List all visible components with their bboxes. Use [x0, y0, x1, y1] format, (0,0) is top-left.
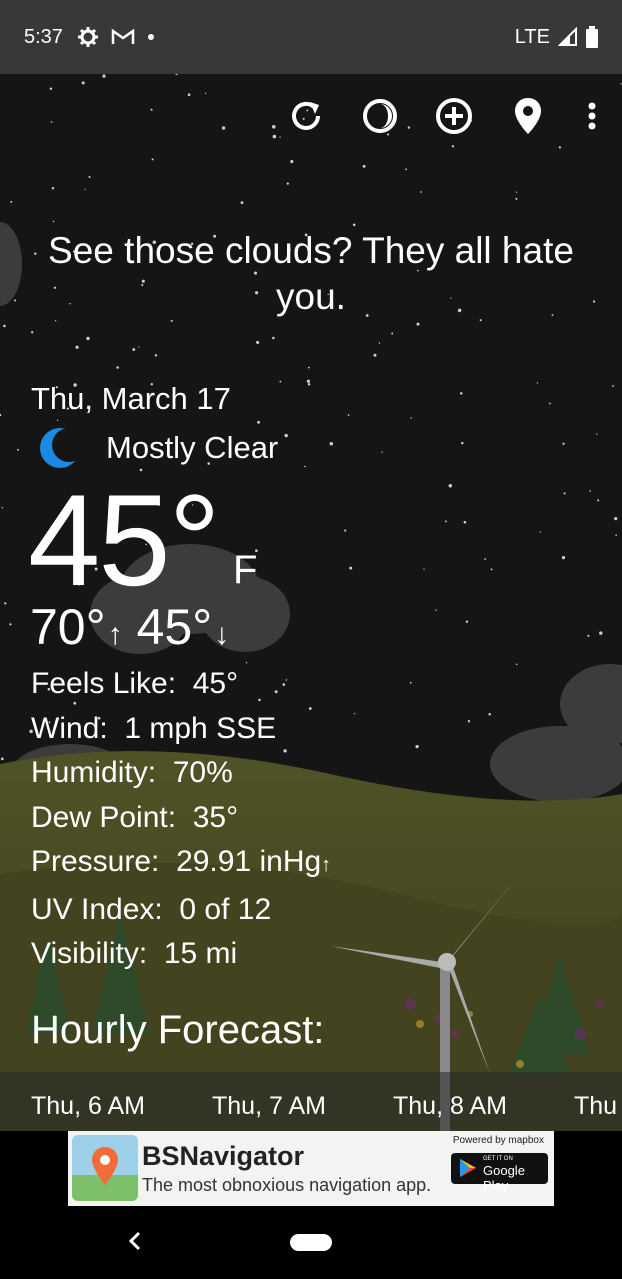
- battery-icon: [586, 26, 598, 48]
- current-date: Thu, March 17: [31, 381, 231, 416]
- moon-icon: [40, 428, 82, 468]
- high-temp: 70°: [30, 599, 106, 655]
- app-map-icon: [72, 1135, 138, 1201]
- hourly-item[interactable]: Thu, 8 AM: [393, 1092, 507, 1121]
- store-small-text: GET IT ON: [483, 1156, 513, 1162]
- theme-icon: [363, 99, 397, 133]
- gmail-icon: [111, 28, 135, 44]
- more-options-button[interactable]: [582, 96, 602, 136]
- hourly-forecast-title: Hourly Forecast:: [31, 1008, 325, 1052]
- pressure-rising-icon: ↑: [321, 854, 332, 876]
- network-type: LTE: [514, 25, 550, 48]
- location-button[interactable]: [508, 96, 548, 136]
- ad-banner[interactable]: BSNavigator The most obnoxious navigatio…: [68, 1131, 554, 1206]
- google-play-icon: [460, 1159, 476, 1177]
- condition-text: Mostly Clear: [106, 430, 279, 465]
- refresh-button[interactable]: [286, 96, 326, 136]
- high-low: 70° ↑ 45° ↓: [30, 598, 243, 656]
- location-pin-icon: [515, 98, 541, 134]
- store-big-text: Google Play: [483, 1163, 525, 1193]
- detail-uv-index: UV Index: 0 of 12: [31, 892, 272, 926]
- home-pill[interactable]: [290, 1234, 332, 1251]
- temperature-unit: F: [233, 548, 258, 592]
- back-icon[interactable]: [122, 1228, 148, 1254]
- more-vert-icon: [588, 102, 596, 130]
- ad-powered-by: Powered by mapbox: [452, 1135, 544, 1146]
- refresh-icon: [292, 101, 320, 130]
- google-play-badge[interactable]: GET IT ON Google Play: [451, 1153, 548, 1193]
- details-list: Feels Like: 45° Wind: 1 mph SSE Humidity…: [31, 662, 331, 977]
- hourly-item[interactable]: Thu: [574, 1092, 622, 1121]
- ad-title: BSNavigator: [142, 1141, 305, 1171]
- detail-visibility: Visibility: 15 mi: [31, 937, 238, 970]
- toolbar: [286, 96, 602, 136]
- theme-button[interactable]: [360, 96, 400, 136]
- detail-feels-like: Feels Like: 45°: [31, 667, 239, 700]
- hourly-item[interactable]: Thu, 7 AM: [212, 1092, 326, 1121]
- status-bar: 5:37 LTE: [0, 0, 622, 74]
- notification-dot-icon: [147, 34, 154, 40]
- detail-humidity: Humidity: 70%: [31, 756, 233, 789]
- detail-wind: Wind: 1 mph SSE: [31, 711, 277, 745]
- status-time: 5:37: [24, 25, 63, 48]
- detail-dew-point: Dew Point: 35°: [31, 800, 239, 834]
- hourly-item[interactable]: Thu, 6 AM: [31, 1092, 145, 1121]
- current-temperature: 45°: [28, 467, 221, 613]
- low-temp: 45°: [136, 599, 213, 655]
- signal-icon: [558, 27, 577, 46]
- ad-subtitle: The most obnoxious navigation app.: [142, 1175, 432, 1195]
- arrow-up-icon: ↑: [107, 618, 123, 651]
- arrow-down-icon: ↓: [214, 618, 230, 651]
- condition-row: Mostly Clear: [38, 425, 278, 471]
- detail-pressure: Pressure: 29.91 inHg↑: [31, 845, 332, 878]
- add-location-button[interactable]: [434, 96, 474, 136]
- snarky-quote: See those clouds? They all hate you.: [48, 230, 574, 317]
- add-location-icon: [436, 98, 472, 134]
- settings-gear-icon: [77, 27, 98, 47]
- system-nav-bar: [0, 1206, 622, 1279]
